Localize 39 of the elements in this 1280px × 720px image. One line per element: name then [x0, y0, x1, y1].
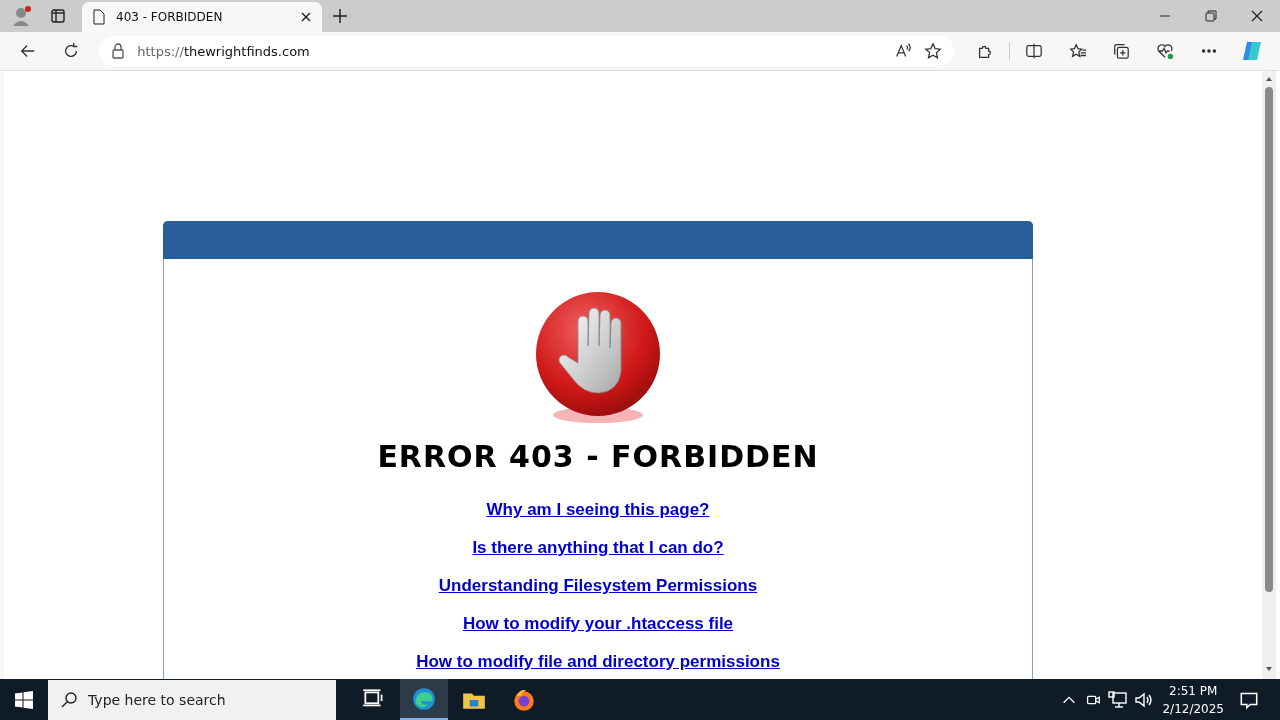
browser-tab[interactable]: 403 - FORBIDDEN	[82, 2, 322, 32]
help-link[interactable]: How to modify your .htaccess file	[462, 614, 734, 634]
help-link[interactable]: Is there anything that I can do?	[472, 538, 724, 558]
close-icon	[1251, 10, 1263, 22]
tab-actions-icon	[50, 8, 66, 24]
profile-icon	[11, 5, 33, 27]
volume-icon[interactable]	[1134, 690, 1155, 710]
plus-icon	[332, 8, 348, 24]
windows-icon	[15, 691, 33, 709]
lock-icon	[111, 43, 126, 59]
scrollbar[interactable]	[1262, 71, 1276, 679]
help-link[interactable]: Why am I seeing this page?	[486, 500, 710, 520]
error-heading: ERROR 403 - FORBIDDEN	[377, 439, 819, 474]
help-link[interactable]: Understanding Filesystem Permissions	[438, 576, 758, 596]
clock-time: 2:51 PM	[1169, 683, 1218, 700]
back-arrow-icon	[18, 42, 37, 60]
taskbar-app-button[interactable]	[400, 679, 448, 720]
network-icon[interactable]	[1108, 690, 1129, 710]
folder-icon	[463, 693, 485, 709]
favorites-icon[interactable]	[1068, 42, 1087, 60]
firefox-icon	[514, 690, 534, 711]
taskbar-search-field[interactable]: Type here to search	[48, 680, 336, 720]
url-text: https://thewrightfinds.com	[137, 43, 311, 59]
scroll-up-icon[interactable]	[1265, 75, 1273, 83]
clock-date: 2/12/2025	[1162, 701, 1224, 718]
star-icon[interactable]	[923, 42, 942, 60]
page-icon	[92, 9, 106, 25]
restore-icon	[1205, 10, 1217, 22]
collections-icon[interactable]	[1112, 42, 1131, 60]
close-tab-icon[interactable]	[300, 11, 312, 23]
address-bar[interactable]: https://thewrightfinds.com	[99, 36, 954, 66]
help-link[interactable]: How to modify file and directory permissions	[416, 652, 780, 672]
split-screen-icon[interactable]	[1025, 42, 1044, 60]
heartbeat-icon[interactable]	[1155, 42, 1174, 60]
edge-icon	[413, 687, 435, 710]
task-view-icon	[362, 689, 383, 707]
taskbar-clock[interactable]: 2:51 PM 2/12/2025	[1162, 682, 1224, 718]
search-icon	[60, 691, 78, 709]
scroll-down-icon[interactable]	[1265, 665, 1273, 673]
